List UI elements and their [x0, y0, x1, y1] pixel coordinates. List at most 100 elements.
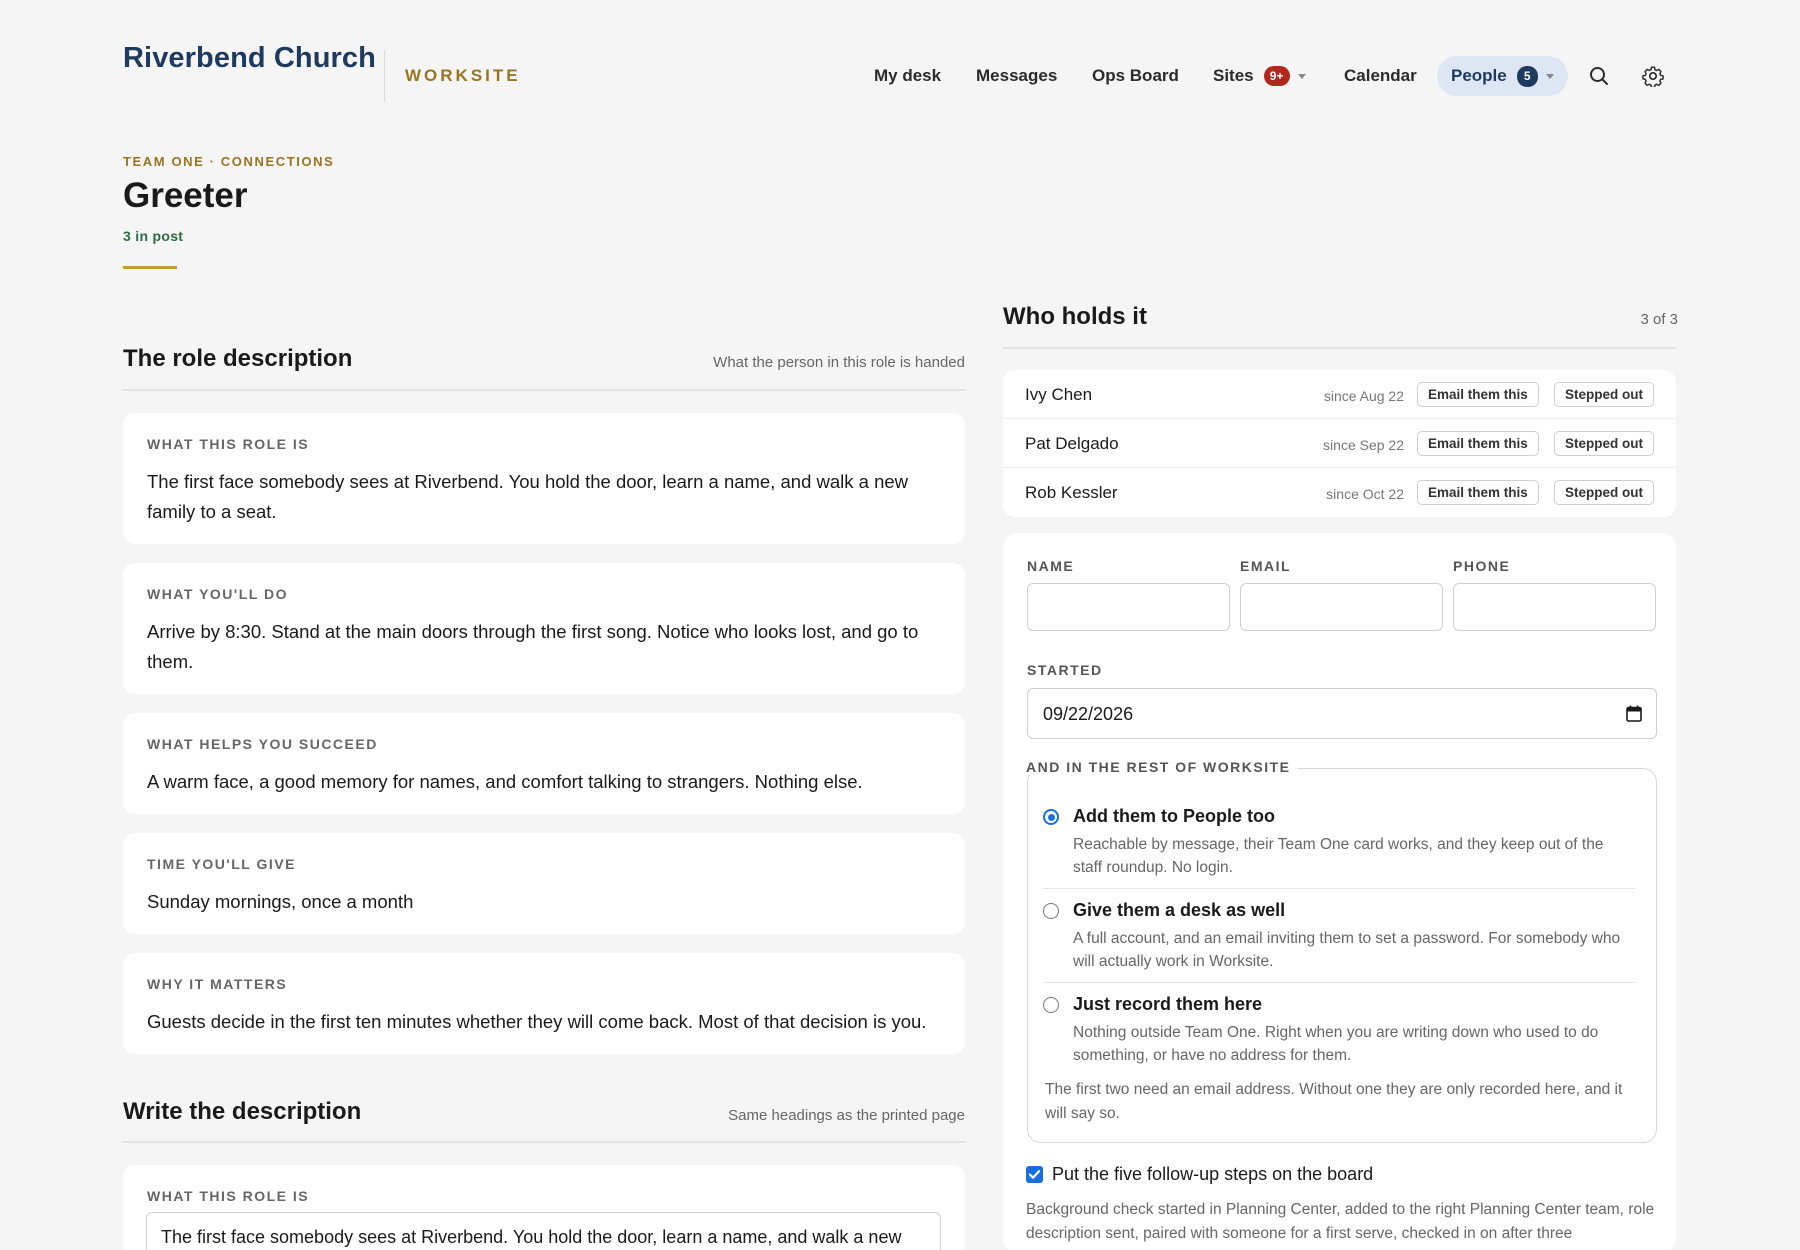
- nav-my-desk[interactable]: My desk: [874, 56, 941, 96]
- phone-label: PHONE: [1453, 558, 1511, 574]
- stepped-out-button[interactable]: Stepped out: [1554, 382, 1654, 407]
- holder-name[interactable]: Rob Kessler: [1025, 483, 1118, 503]
- card-text: The first face somebody sees at Riverben…: [147, 471, 909, 522]
- nav-messages[interactable]: Messages: [976, 56, 1057, 96]
- radio-unselected[interactable]: [1043, 903, 1059, 919]
- holder-row: Ivy Chen since Aug 22 Email them this St…: [1003, 370, 1676, 419]
- nav-people[interactable]: People 5: [1437, 56, 1568, 96]
- radio-unselected[interactable]: [1043, 997, 1059, 1013]
- option-add-to-people[interactable]: Add them to People too Reachable by mess…: [1043, 806, 1639, 876]
- status-text: 3 in post: [123, 228, 184, 244]
- email-them-button[interactable]: Email them this: [1417, 480, 1539, 505]
- section-divider: [123, 1141, 965, 1143]
- email-field[interactable]: [1240, 583, 1443, 631]
- email-label: EMAIL: [1240, 558, 1292, 574]
- card-label: WHAT YOU'LL DO: [147, 586, 288, 602]
- add-holder-form: NAME EMAIL PHONE STARTED 09/22/2026: [1003, 533, 1676, 1250]
- role-card-what-helps-you-succeed: WHAT HELPS YOU SUCCEED A warm face, a go…: [123, 713, 965, 814]
- name-field[interactable]: [1027, 583, 1230, 631]
- people-count-badge: 5: [1516, 65, 1538, 87]
- role-card-what-this-role-is: WHAT THIS ROLE IS The first face somebod…: [123, 413, 965, 544]
- option-divider: [1043, 888, 1635, 889]
- role-card-time-youll-give: TIME YOU'LL GIVE Sunday mornings, once a…: [123, 833, 965, 934]
- followup-label[interactable]: Put the five follow-up steps on the boar…: [1052, 1164, 1373, 1185]
- card-label: WHAT HELPS YOU SUCCEED: [147, 736, 378, 752]
- card-text: A warm face, a good memory for names, an…: [147, 771, 863, 792]
- section-note: What the person in this role is handed: [713, 354, 965, 371]
- nav-label: Calendar: [1344, 66, 1417, 85]
- card-label: TIME YOU'LL GIVE: [147, 856, 296, 872]
- nav-label: Messages: [976, 66, 1058, 85]
- sites-count-badge: 9+: [1263, 66, 1290, 86]
- email-them-button[interactable]: Email them this: [1417, 431, 1539, 456]
- section-note: Same headings as the printed page: [728, 1107, 965, 1124]
- stepped-out-button[interactable]: Stepped out: [1554, 480, 1654, 505]
- nav-label: People: [1451, 66, 1507, 85]
- option-divider: [1043, 982, 1635, 983]
- holder-name[interactable]: Pat Delgado: [1025, 434, 1119, 454]
- nav-ops-board[interactable]: Ops Board: [1092, 56, 1179, 96]
- holders-heading: Who holds it: [1003, 303, 1147, 331]
- card-label: WHY IT MATTERS: [147, 976, 288, 992]
- check-icon: [1028, 1170, 1041, 1179]
- product-name: WORKSITE: [405, 66, 521, 85]
- fieldset-legend: AND IN THE REST OF WORKSITE: [1020, 759, 1297, 775]
- phone-field[interactable]: [1453, 583, 1656, 631]
- followup-note: Background check started in Planning Cen…: [1026, 1201, 1655, 1242]
- calendar-icon[interactable]: [1626, 705, 1642, 727]
- holders-count: 3 of 3: [1640, 311, 1678, 328]
- chevron-down-icon: [1297, 73, 1306, 79]
- option-give-desk[interactable]: Give them a desk as well A full account,…: [1043, 900, 1639, 970]
- card-text: Sunday mornings, once a month: [147, 891, 414, 912]
- started-label: STARTED: [1027, 662, 1103, 678]
- write-description-heading: Write the description: [123, 1098, 361, 1126]
- holder-since: since Sep 22: [1323, 437, 1404, 453]
- role-card-why-it-matters: WHY IT MATTERS Guests decide in the firs…: [123, 953, 965, 1054]
- option-desc: A full account, and an email inviting th…: [1073, 930, 1621, 970]
- field-label: WHAT THIS ROLE IS: [147, 1188, 310, 1204]
- option-just-record[interactable]: Just record them here Nothing outside Te…: [1043, 994, 1639, 1064]
- option-desc: Nothing outside Team One. Right when you…: [1073, 1024, 1599, 1064]
- section-title: Write the description: [123, 1098, 362, 1125]
- card-text: Arrive by 8:30. Stand at the main doors …: [147, 621, 919, 672]
- brand-divider: [384, 50, 385, 102]
- brand-name[interactable]: Riverbend Church: [123, 42, 376, 75]
- option-title: Add them to People too: [1073, 806, 1275, 826]
- breadcrumb[interactable]: TEAM ONE · CONNECTIONS: [123, 154, 334, 169]
- role-description-heading: The role description: [123, 345, 352, 373]
- date-value: 09/22/2026: [1043, 704, 1134, 724]
- option-title: Just record them here: [1073, 994, 1263, 1014]
- card-text: Guests decide in the first ten minutes w…: [147, 1011, 927, 1032]
- section-divider: [123, 389, 965, 391]
- chevron-down-icon: [1545, 73, 1554, 79]
- email-them-button[interactable]: Email them this: [1417, 382, 1539, 407]
- rest-note: The first two need an email address. Wit…: [1045, 1081, 1623, 1122]
- section-title: Who holds it: [1003, 303, 1147, 330]
- holders-list: Ivy Chen since Aug 22 Email them this St…: [1003, 370, 1676, 517]
- section-title: The role description: [123, 345, 353, 372]
- role-card-what-youll-do: WHAT YOU'LL DO Arrive by 8:30. Stand at …: [123, 563, 965, 694]
- section-divider: [1003, 347, 1676, 349]
- option-title: Give them a desk as well: [1073, 900, 1286, 920]
- name-label: NAME: [1027, 558, 1075, 574]
- radio-selected[interactable]: [1043, 809, 1059, 825]
- top-bar: Riverbend Church WORKSITE My desk Messag…: [0, 0, 1800, 120]
- stepped-out-button[interactable]: Stepped out: [1554, 431, 1654, 456]
- gear-icon[interactable]: [1639, 62, 1667, 90]
- nav-sites[interactable]: Sites 9+: [1213, 56, 1306, 96]
- nav-label: Ops Board: [1092, 66, 1179, 85]
- nav-label: My desk: [874, 66, 942, 85]
- started-date-field[interactable]: 09/22/2026: [1027, 688, 1657, 739]
- holder-row: Rob Kessler since Oct 22 Email them this…: [1003, 468, 1676, 517]
- textarea-value: The first face somebody sees at Riverben…: [161, 1227, 902, 1247]
- role-description-textarea[interactable]: The first face somebody sees at Riverben…: [146, 1212, 941, 1250]
- title-underline: [123, 266, 177, 269]
- holder-row: Pat Delgado since Sep 22 Email them this…: [1003, 419, 1676, 468]
- page-title: Greeter: [123, 176, 248, 215]
- option-desc: Reachable by message, their Team One car…: [1073, 836, 1604, 876]
- search-icon[interactable]: [1585, 62, 1613, 90]
- followup-checkbox[interactable]: [1026, 1166, 1043, 1183]
- holder-name[interactable]: Ivy Chen: [1025, 385, 1092, 405]
- nav-calendar[interactable]: Calendar: [1344, 56, 1417, 96]
- holder-since: since Oct 22: [1326, 486, 1404, 502]
